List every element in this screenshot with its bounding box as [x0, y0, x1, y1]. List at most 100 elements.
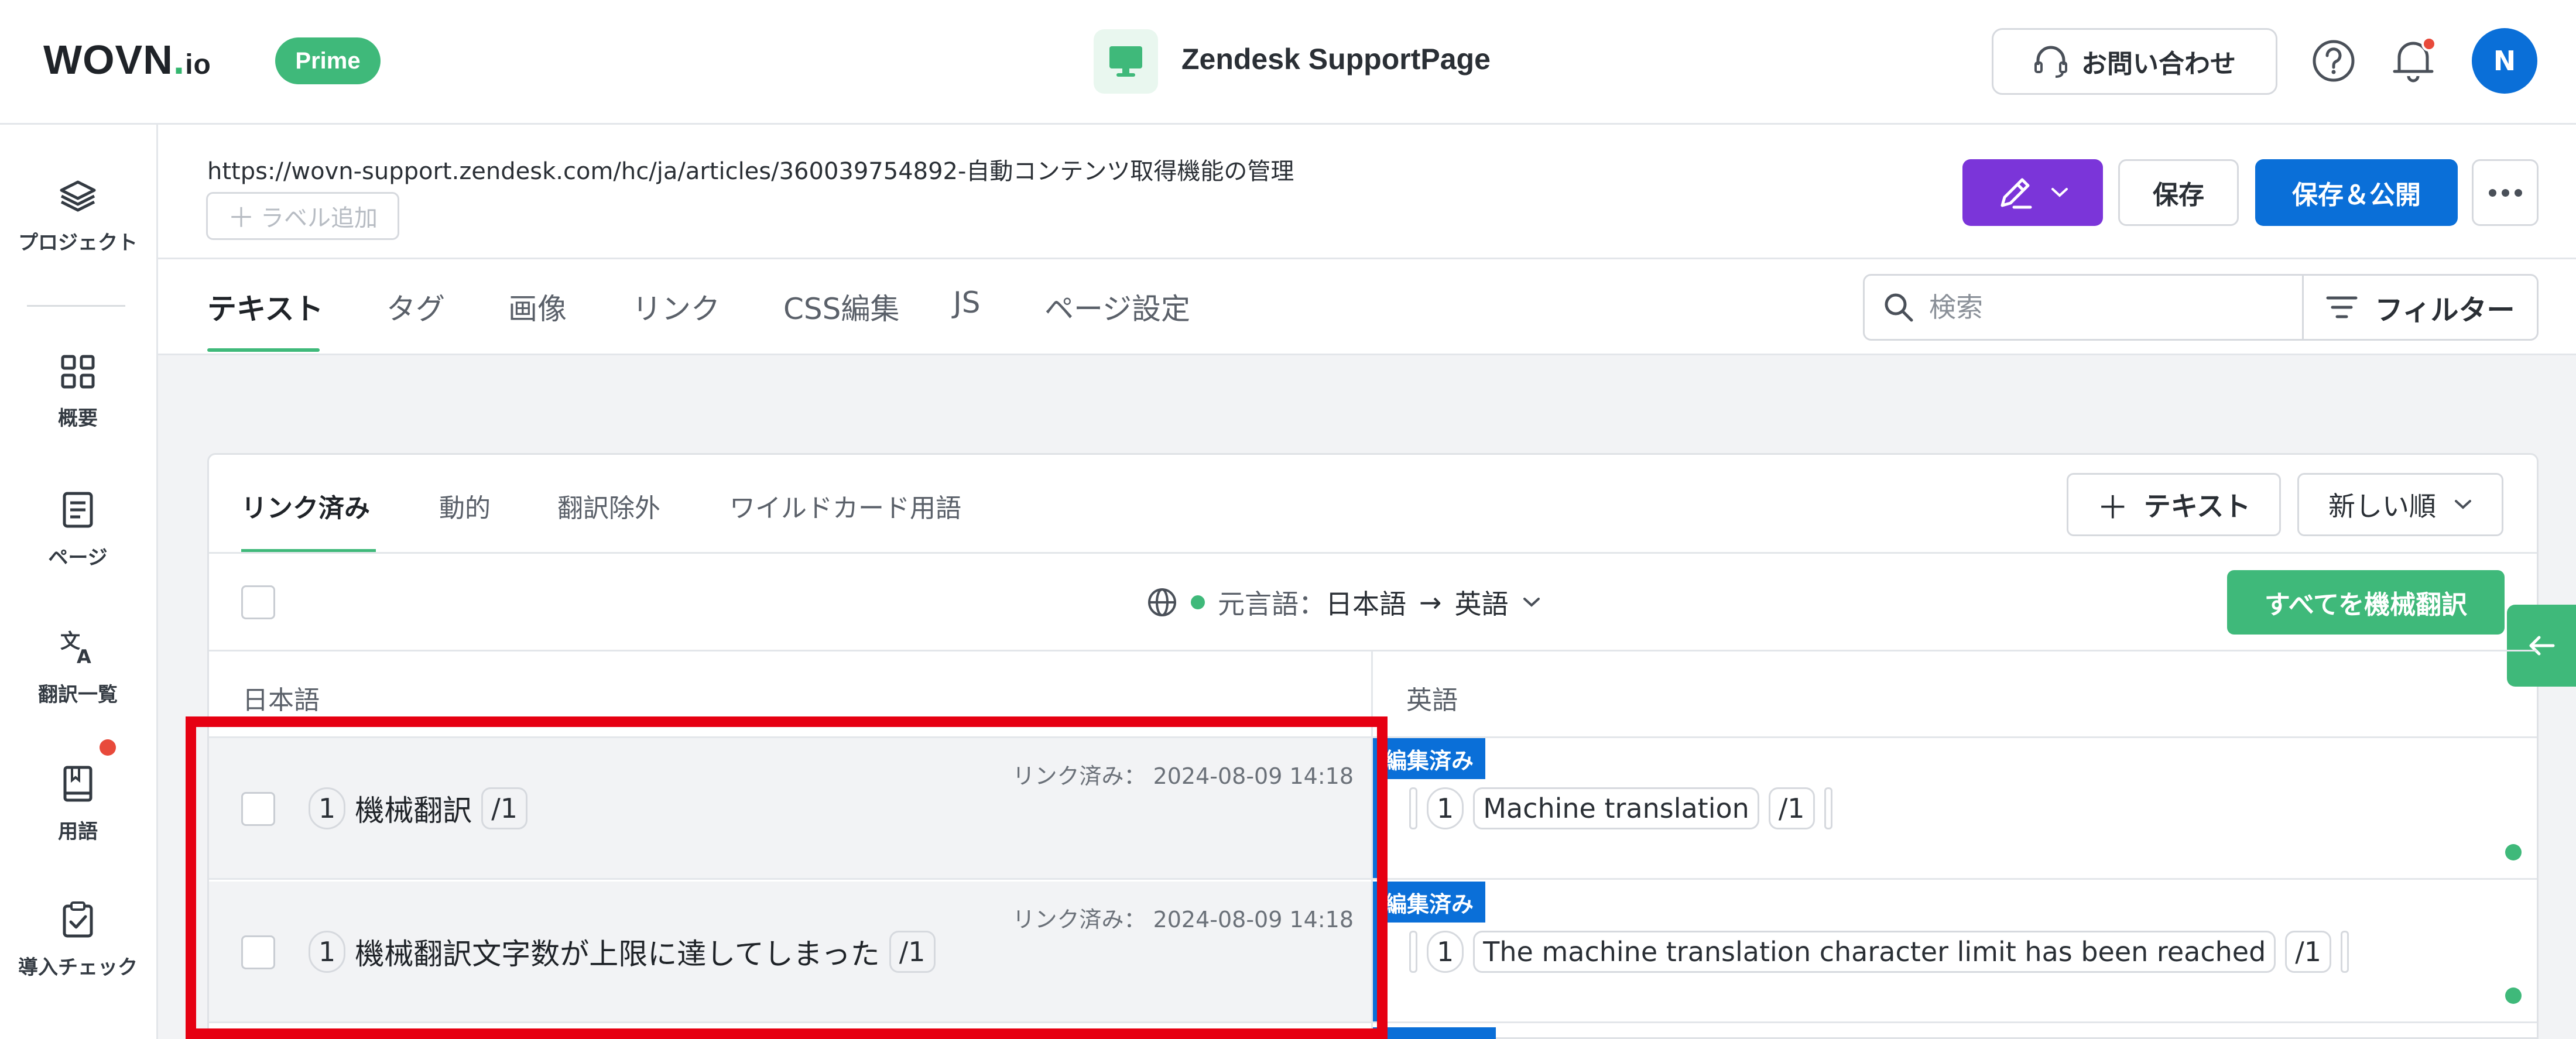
- more-dot: [2501, 188, 2509, 197]
- globe-icon: [1148, 588, 1176, 616]
- user-avatar[interactable]: N: [2472, 28, 2537, 94]
- svg-text:A: A: [77, 646, 91, 666]
- chevron-down-icon: [2051, 188, 2068, 197]
- glossary-notification-dot: [100, 739, 116, 756]
- subtab-wildcard-terms[interactable]: ワイルドカード用語: [729, 487, 961, 524]
- status-dot: [2505, 987, 2522, 1004]
- highlight-box: [186, 716, 1388, 1039]
- edit-mode-button[interactable]: [1962, 159, 2103, 226]
- divider: [209, 650, 2537, 651]
- add-text-button[interactable]: ＋テキスト: [2067, 473, 2281, 536]
- column-header-target: 英語: [1406, 685, 1458, 715]
- translation-text: Machine translation: [1473, 787, 1759, 829]
- sidebar-item-glossary[interactable]: 用語: [0, 765, 156, 844]
- notification-dot: [2421, 36, 2437, 52]
- document-icon: [63, 492, 93, 528]
- machine-translate-all-button[interactable]: すべてを機械翻訳: [2227, 570, 2505, 635]
- select-all-checkbox[interactable]: [241, 585, 275, 619]
- tag-chip: 1: [1427, 787, 1464, 829]
- language-selector[interactable]: 元言語：日本語 → 英語: [1146, 583, 1542, 622]
- translation-text: The machine translation character limit …: [1473, 931, 2276, 973]
- table-row-target[interactable]: 編集済み 1 Machine translation /1: [1373, 738, 2537, 880]
- left-sidebar: プロジェクト 概要 ページ 文A 翻訳一覧 用語 導入チェック: [0, 125, 158, 1039]
- tag-bracket: [2341, 931, 2349, 973]
- plan-badge: Prime: [275, 37, 381, 84]
- sidebar-item-label: 導入チェック: [18, 956, 138, 979]
- target-segment[interactable]: 1 The machine translation character limi…: [1409, 931, 2349, 973]
- sidebar-divider: [27, 305, 125, 307]
- more-options-button[interactable]: [2472, 159, 2539, 226]
- status-dot: [2505, 844, 2522, 860]
- sidebar-item-overview[interactable]: 概要: [0, 354, 156, 431]
- active-tab-indicator: [207, 348, 320, 352]
- plus-icon: ＋: [228, 202, 255, 234]
- source-language: 日本語: [1325, 588, 1406, 620]
- arrow-left-icon: [2529, 636, 2555, 656]
- help-icon[interactable]: [2311, 39, 2356, 83]
- tab-images[interactable]: 画像: [508, 286, 567, 328]
- tab-links[interactable]: リンク: [632, 286, 720, 328]
- tag-chip: /1: [1768, 787, 1815, 829]
- book-icon: [63, 766, 93, 802]
- sidebar-item-translations[interactable]: 文A 翻訳一覧: [0, 628, 156, 707]
- table-row-target[interactable]: 編集済み 1 The machine translation character…: [1373, 882, 2537, 1023]
- search-box[interactable]: [1863, 274, 2304, 341]
- tag-bracket: [1409, 787, 1417, 829]
- contact-button[interactable]: お問い合わせ: [1992, 28, 2277, 95]
- target-segment[interactable]: 1 Machine translation /1: [1409, 787, 1832, 829]
- wovn-logo[interactable]: WOVN.io: [43, 36, 211, 83]
- tag-chip: /1: [2285, 931, 2332, 973]
- edited-badge: 編集済み: [1373, 882, 1486, 923]
- save-button[interactable]: 保存: [2118, 159, 2239, 226]
- tab-css-edit[interactable]: CSS編集: [783, 286, 899, 328]
- divider: [158, 258, 2576, 259]
- source-language-prefix: 元言語：: [1218, 588, 1325, 620]
- clipboard-check-icon: [63, 901, 93, 938]
- tab-js[interactable]: JS: [953, 286, 980, 320]
- arrow-right-icon: →: [1419, 587, 1442, 618]
- sidebar-item-setup-check[interactable]: 導入チェック: [0, 901, 156, 980]
- subtab-linked[interactable]: リンク済み: [241, 487, 370, 524]
- grid-icon: [61, 355, 95, 389]
- monitor-icon: [1094, 29, 1158, 94]
- tab-page-settings[interactable]: ページ設定: [1044, 286, 1190, 328]
- layers-icon: [60, 180, 96, 212]
- target-language: 英語: [1454, 588, 1509, 620]
- translate-icon: 文A: [60, 630, 91, 666]
- sidebar-item-pages[interactable]: ページ: [0, 491, 156, 570]
- sidebar-item-label: 用語: [58, 820, 98, 843]
- sidebar-item-project[interactable]: プロジェクト: [0, 179, 156, 255]
- column-header-source: 日本語: [242, 685, 320, 715]
- chevron-down-icon: [1523, 598, 1540, 607]
- subtab-dynamic[interactable]: 動的: [439, 487, 491, 524]
- contact-label: お問い合わせ: [2081, 49, 2236, 79]
- headset-icon: [2034, 46, 2067, 78]
- search-input[interactable]: [1929, 292, 2257, 323]
- top-header: WOVN.io Prime Zendesk SupportPage お問い合わせ…: [0, 0, 2576, 125]
- sidebar-item-label: プロジェクト: [18, 231, 138, 255]
- filter-button[interactable]: フィルター: [2302, 274, 2539, 341]
- pencil-icon: [2000, 178, 2032, 209]
- edited-badge: 編集済み: [1373, 738, 1486, 779]
- sort-select[interactable]: 新しい順: [2297, 473, 2503, 536]
- tag-chip: 1: [1427, 931, 1464, 973]
- tag-bracket: [1409, 931, 1417, 973]
- project-site-name[interactable]: Zendesk SupportPage: [1181, 42, 1491, 76]
- tab-text[interactable]: テキスト: [207, 286, 324, 328]
- sidebar-item-label: 翻訳一覧: [38, 683, 118, 707]
- search-icon: [1885, 293, 1913, 322]
- divider: [209, 552, 2537, 554]
- page-url: https://wovn-support.zendesk.com/hc/ja/a…: [207, 158, 1294, 185]
- plus-icon: ＋: [2097, 489, 2129, 526]
- tag-bracket: [1824, 787, 1832, 829]
- add-label-button[interactable]: ＋ラベル追加: [206, 192, 399, 240]
- tab-tags[interactable]: タグ: [386, 286, 445, 328]
- chevron-down-icon: [2455, 500, 2471, 509]
- sidebar-item-label: 概要: [58, 407, 98, 430]
- save-and-publish-button[interactable]: 保存＆公開: [2255, 159, 2458, 226]
- sidebar-item-label: ページ: [48, 546, 108, 570]
- status-dot: [1191, 595, 1205, 609]
- collapse-panel-tab[interactable]: [2507, 605, 2576, 687]
- subtab-excluded[interactable]: 翻訳除外: [557, 487, 660, 524]
- more-dot: [2514, 188, 2522, 197]
